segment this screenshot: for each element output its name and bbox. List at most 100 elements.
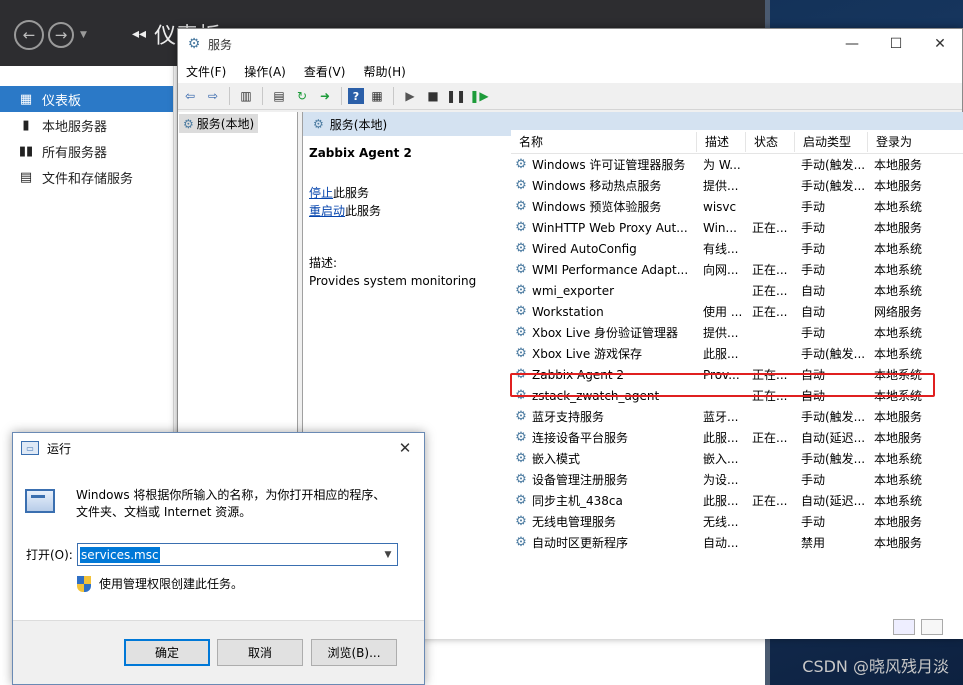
service-desc-cell: 此服...: [703, 494, 739, 508]
service-gear-icon: ⚙: [515, 514, 527, 529]
column-header-logon[interactable]: 登录为: [868, 132, 938, 152]
service-start-cell: 手动: [801, 200, 826, 214]
forward-arrow-icon[interactable]: ⇨: [203, 86, 223, 106]
table-row[interactable]: ⚙ 无线电管理服务 无线... 手动 本地服务: [511, 511, 963, 532]
table-row[interactable]: ⚙ Xbox Live 游戏保存 此服... 手动(触发... 本地系统: [511, 343, 963, 364]
chevron-down-icon[interactable]: ▼: [379, 544, 397, 565]
table-row[interactable]: ⚙ Zabbix Agent 2 Prov... 正在... 自动 本地系统: [511, 364, 963, 385]
services-app-icon: ⚙: [187, 36, 201, 52]
breadcrumb-chevron-icon: ◂◂: [132, 26, 147, 42]
sidebar-item-dashboard[interactable]: ▦ 仪表板: [0, 86, 173, 112]
browse-button[interactable]: 浏览(B)...: [311, 639, 397, 666]
table-row[interactable]: ⚙ 自动时区更新程序 自动... 禁用 本地服务: [511, 532, 963, 553]
properties-icon[interactable]: ▤: [269, 86, 289, 106]
service-status-cell: 正在...: [752, 263, 788, 277]
cancel-button[interactable]: 取消: [217, 639, 303, 666]
extended-view-tab[interactable]: [893, 619, 915, 635]
start-service-icon[interactable]: ▶: [400, 86, 420, 106]
table-row[interactable]: ⚙ WMI Performance Adapt... 向网... 正在... 手动 本地系…: [511, 259, 963, 280]
service-name: 蓝牙支持服务: [532, 410, 605, 424]
restart-service-link[interactable]: 重启动: [309, 204, 345, 218]
window-title: 服务: [208, 37, 233, 52]
stop-link-suffix: 此服务: [333, 186, 370, 200]
service-name-cell: ⚙ wmi_exporter: [511, 283, 697, 298]
service-logon-cell: 本地服务: [874, 536, 923, 550]
service-start-cell: 自动: [801, 284, 826, 298]
service-start-cell: 自动: [801, 389, 826, 403]
help-icon[interactable]: ?: [348, 88, 364, 104]
stop-service-link[interactable]: 停止: [309, 186, 333, 200]
service-start-cell: 手动(触发...: [801, 179, 866, 193]
table-row[interactable]: ⚙ Wired AutoConfig 有线... 手动 本地系统: [511, 238, 963, 259]
sidebar-item-label: 仪表板: [42, 93, 82, 109]
table-row[interactable]: ⚙ WinHTTP Web Proxy Aut... Win... 正在... 手动 本地…: [511, 217, 963, 238]
service-name: 连接设备平台服务: [532, 431, 629, 445]
menu-action[interactable]: 操作(A): [244, 63, 286, 80]
service-desc-cell: 蓝牙...: [703, 410, 739, 424]
pause-service-icon[interactable]: ❚❚: [446, 86, 466, 106]
table-row[interactable]: ⚙ 连接设备平台服务 此服... 正在... 自动(延迟... 本地服务: [511, 427, 963, 448]
uac-shield-icon: [77, 575, 91, 592]
column-header-status[interactable]: 状态: [746, 131, 795, 152]
close-button[interactable]: ✕: [918, 29, 962, 59]
table-row[interactable]: ⚙ Workstation 使用 ... 正在... 自动 网络服务: [511, 301, 963, 322]
column-header-name[interactable]: 名称: [511, 131, 697, 152]
sidebar-item-local-server[interactable]: ▮ 本地服务器: [0, 112, 173, 138]
service-start-cell: 手动: [801, 242, 826, 256]
restart-service-icon[interactable]: ❚▶: [469, 86, 489, 106]
service-gear-icon: ⚙: [515, 283, 527, 298]
tree-item-services-local[interactable]: ⚙ 服务(本地): [179, 114, 259, 133]
maximize-button[interactable]: ☐: [874, 29, 918, 59]
service-name: WinHTTP Web Proxy Aut...: [532, 220, 688, 235]
table-row[interactable]: ⚙ zstack_zwatch_agent 正在... 自动 本地系统: [511, 385, 963, 406]
service-name: 无线电管理服务: [532, 515, 617, 529]
nav-buttons: ← → ▼: [14, 20, 87, 50]
table-row[interactable]: ⚙ Xbox Live 身份验证管理器 提供... 手动 本地系统: [511, 322, 963, 343]
table-row[interactable]: ⚙ 嵌入模式 嵌入... 手动(触发... 本地系统: [511, 448, 963, 469]
action-pane-icon[interactable]: ▦: [367, 86, 387, 106]
table-row[interactable]: ⚙ 设备管理注册服务 为设... 手动 本地系统: [511, 469, 963, 490]
table-row[interactable]: ⚙ Windows 许可证管理器服务 为 W... 手动(触发... 本地服务: [511, 154, 963, 175]
export-list-icon[interactable]: ➜: [315, 86, 335, 106]
stop-service-icon[interactable]: ■: [423, 86, 443, 106]
service-gear-icon: ⚙: [515, 325, 527, 340]
menu-file[interactable]: 文件(F): [186, 63, 226, 80]
column-header-desc[interactable]: 描述: [697, 131, 746, 152]
console-tree-icon[interactable]: ▥: [236, 86, 256, 106]
table-row[interactable]: ⚙ wmi_exporter 正在... 自动 本地系统: [511, 280, 963, 301]
ok-button[interactable]: 确定: [124, 639, 210, 666]
table-row[interactable]: ⚙ Windows 移动热点服务 提供... 手动(触发... 本地服务: [511, 175, 963, 196]
back-arrow-icon[interactable]: ⇦: [180, 86, 200, 106]
sidebar-item-all-servers[interactable]: ▮▮ 所有服务器: [0, 138, 173, 164]
service-start-cell: 手动: [801, 221, 826, 235]
service-name-cell: ⚙ Windows 许可证管理器服务: [511, 156, 697, 173]
service-name: Wired AutoConfig: [532, 241, 637, 256]
history-dropdown-icon[interactable]: ▼: [80, 30, 87, 40]
minimize-button[interactable]: —: [830, 29, 874, 59]
service-gear-icon: ⚙: [515, 262, 527, 277]
menu-help[interactable]: 帮助(H): [363, 63, 405, 80]
service-logon-cell: 本地系统: [874, 494, 923, 508]
standard-view-tab[interactable]: [921, 619, 943, 635]
menu-view[interactable]: 查看(V): [304, 63, 346, 80]
table-row[interactable]: ⚙ 蓝牙支持服务 蓝牙... 手动(触发... 本地服务: [511, 406, 963, 427]
refresh-icon[interactable]: ↻: [292, 86, 312, 106]
column-header-startup[interactable]: 启动类型: [795, 131, 868, 152]
sidebar-item-label: 所有服务器: [42, 145, 108, 161]
forward-button[interactable]: →: [48, 22, 74, 48]
service-name-cell: ⚙ Zabbix Agent 2: [511, 367, 697, 382]
menu-bar: 文件(F) 操作(A) 查看(V) 帮助(H): [178, 59, 962, 83]
run-close-button[interactable]: ✕: [390, 433, 420, 463]
service-name-cell: ⚙ Wired AutoConfig: [511, 241, 697, 256]
run-dialog: ▭ 运行 ✕ Windows 将根据你所输入的名称，为你打开相应的程序、 文件夹…: [12, 432, 425, 685]
table-row[interactable]: ⚙ 同步主机_438ca 此服... 正在... 自动(延迟... 本地系统: [511, 490, 963, 511]
sidebar-item-storage[interactable]: ▤ 文件和存储服务: [0, 164, 173, 190]
table-row[interactable]: ⚙ Windows 预览体验服务 wisvc 手动 本地系统: [511, 196, 963, 217]
run-command-input[interactable]: services.msc ▼: [77, 543, 398, 566]
service-name: wmi_exporter: [532, 283, 615, 298]
service-start-cell: 手动: [801, 515, 826, 529]
service-desc-cell: 向网...: [703, 263, 739, 277]
service-start-cell: 手动: [801, 263, 826, 277]
service-logon-cell: 本地系统: [874, 200, 923, 214]
back-button[interactable]: ←: [14, 20, 44, 50]
